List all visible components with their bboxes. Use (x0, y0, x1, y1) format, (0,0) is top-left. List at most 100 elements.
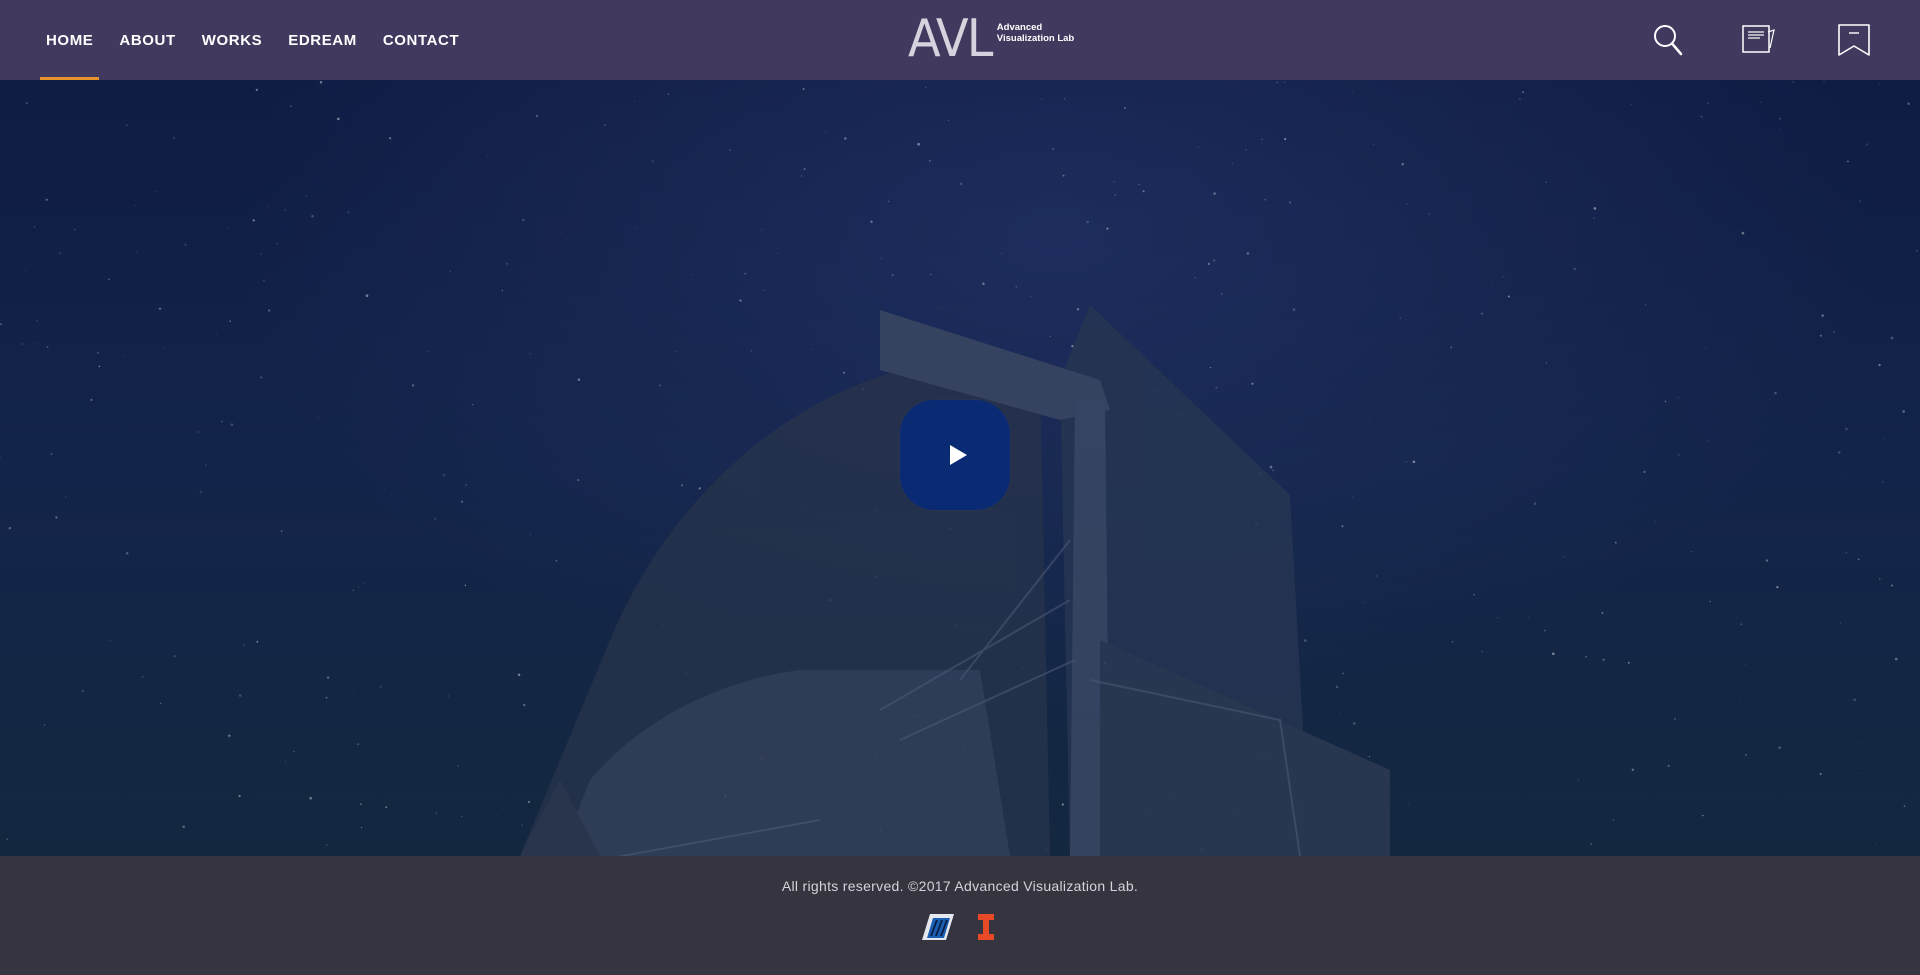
star (1220, 293, 1223, 295)
star (1664, 400, 1667, 403)
star (1847, 160, 1849, 163)
star (1890, 336, 1894, 340)
star (1497, 617, 1499, 619)
star (800, 175, 803, 177)
star (1519, 98, 1521, 100)
star (1589, 842, 1593, 846)
star (803, 168, 806, 171)
star (1401, 163, 1404, 166)
star (1627, 661, 1630, 664)
ncsa-logo-icon[interactable] (920, 912, 956, 942)
nav-home[interactable]: HOME (40, 0, 100, 80)
nav-contact[interactable]: CONTACT (377, 0, 465, 80)
star (1823, 80, 1825, 83)
star (1245, 148, 1248, 151)
star (228, 734, 231, 737)
star (1602, 658, 1605, 661)
star (1739, 701, 1741, 702)
hero-video[interactable] (0, 80, 1920, 856)
illinois-logo-icon[interactable] (968, 912, 1004, 942)
star (184, 243, 187, 246)
star (1197, 146, 1199, 148)
star (1792, 81, 1795, 83)
site-footer: All rights reserved. ©2017 Advanced Visu… (0, 856, 1920, 975)
star (158, 307, 162, 310)
star (1585, 655, 1587, 658)
star (925, 86, 927, 88)
star (1601, 612, 1604, 614)
star (1667, 764, 1670, 767)
star (1878, 578, 1881, 580)
star (947, 119, 950, 122)
star (73, 228, 77, 231)
star (1289, 201, 1292, 204)
star (1477, 644, 1479, 646)
star (1399, 317, 1401, 319)
nav-works[interactable]: WORKS (196, 0, 269, 80)
star (365, 294, 369, 298)
star (1405, 461, 1407, 463)
star (305, 195, 308, 197)
star (388, 136, 392, 140)
star (473, 665, 475, 666)
star (930, 273, 932, 276)
star (1883, 438, 1885, 439)
star (1716, 520, 1718, 522)
star (1521, 91, 1525, 94)
star (522, 218, 525, 222)
star (501, 289, 503, 292)
star (297, 543, 299, 545)
star (1261, 138, 1264, 141)
star (870, 220, 873, 224)
star (1581, 683, 1582, 684)
star (1342, 672, 1344, 675)
star (125, 552, 129, 555)
star (776, 252, 779, 254)
star (383, 488, 385, 491)
star (1341, 525, 1344, 528)
star (1207, 262, 1211, 266)
star (1502, 276, 1504, 278)
star (1907, 102, 1910, 105)
play-button[interactable] (900, 400, 1010, 510)
star (1428, 212, 1431, 216)
star (457, 765, 460, 767)
star (1819, 334, 1822, 337)
star (1709, 600, 1711, 603)
nav-edream[interactable]: EDREAM (282, 0, 363, 80)
star (1614, 541, 1617, 544)
star (1213, 192, 1216, 195)
notepad-icon[interactable] (1740, 22, 1776, 58)
star (1833, 331, 1835, 333)
star (109, 235, 111, 237)
star (435, 812, 438, 814)
star (1406, 203, 1408, 205)
star (267, 206, 268, 208)
star (880, 257, 882, 260)
star (1882, 481, 1884, 483)
star (1760, 101, 1762, 104)
star (502, 808, 504, 810)
star (1741, 231, 1745, 235)
search-icon[interactable] (1650, 22, 1686, 58)
star (1194, 276, 1196, 279)
star (182, 825, 185, 829)
bookmark-icon[interactable] (1836, 22, 1872, 58)
nav-about[interactable]: ABOUT (113, 0, 181, 80)
star (504, 631, 506, 632)
star (1352, 90, 1354, 92)
page: HOME ABOUT WORKS EDREAM CONTACT AVL Adva… (0, 0, 1920, 975)
star (199, 490, 203, 494)
star (1821, 314, 1824, 317)
star (1473, 593, 1476, 596)
star (729, 149, 731, 152)
star (567, 239, 568, 240)
avl-logo[interactable]: AVL Advanced Visualization Lab (908, 13, 1074, 65)
star (220, 250, 222, 252)
star (1857, 558, 1860, 561)
star (603, 124, 606, 127)
star (395, 629, 397, 631)
star (562, 175, 563, 177)
star (812, 349, 814, 351)
star (448, 324, 450, 326)
